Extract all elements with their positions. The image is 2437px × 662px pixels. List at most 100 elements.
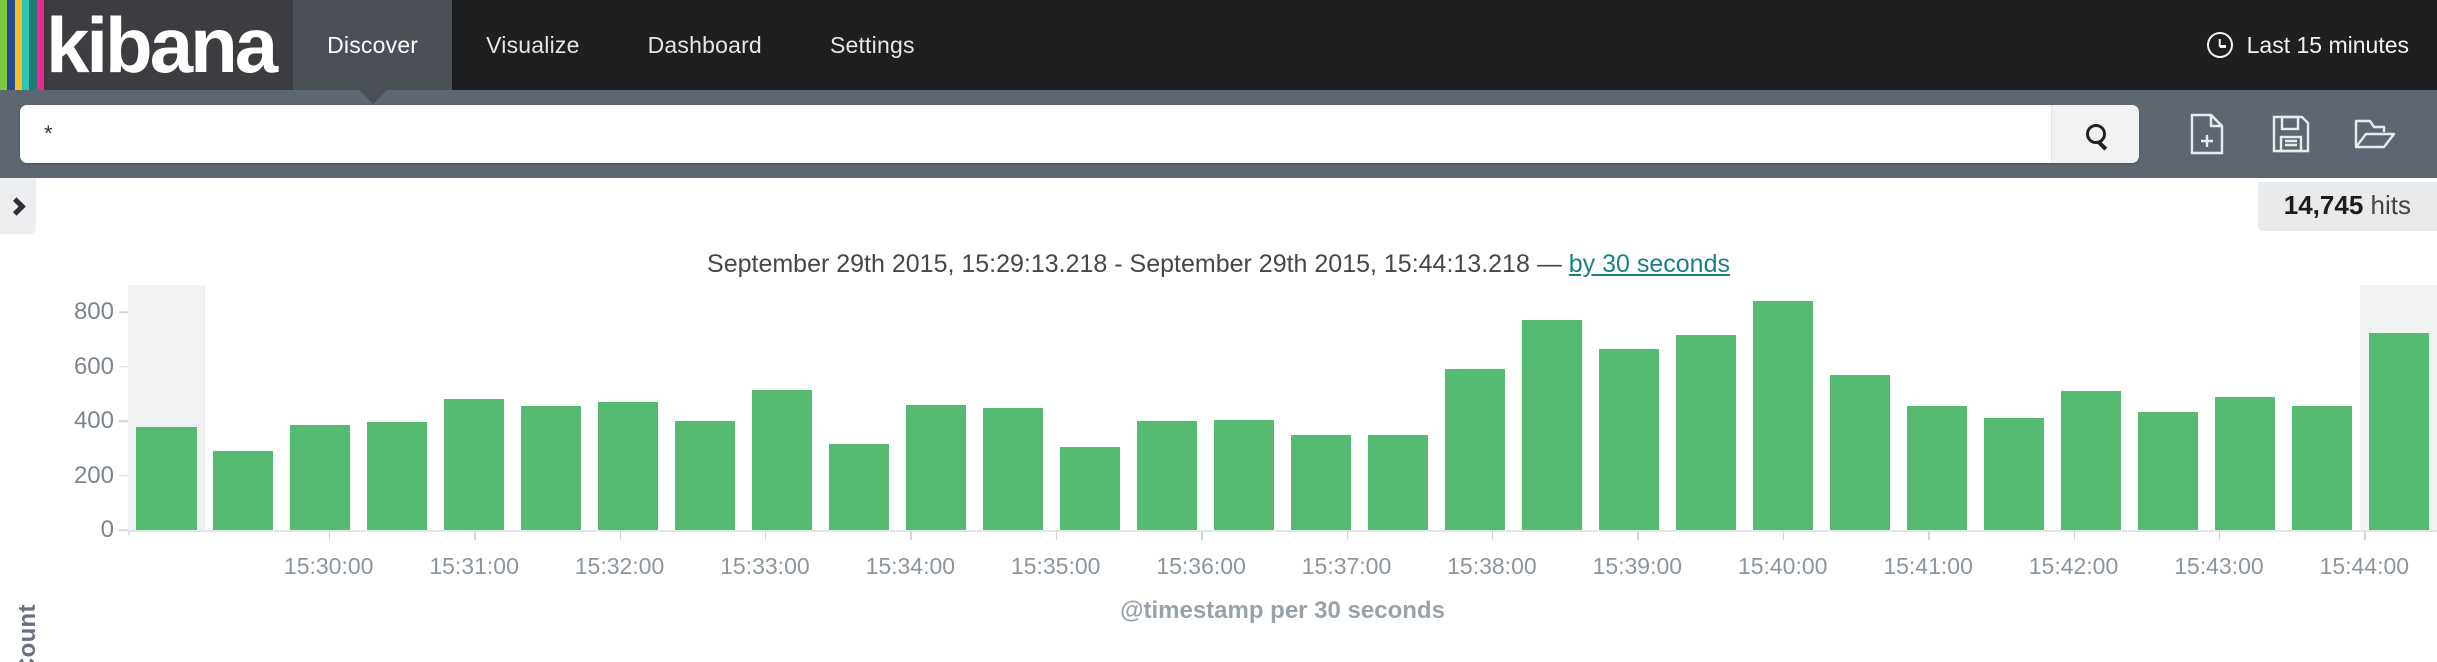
histogram-bar[interactable] xyxy=(752,390,812,530)
bar-slot[interactable] xyxy=(1667,285,1744,530)
query-bar-actions xyxy=(2139,104,2417,164)
tab-label: Visualize xyxy=(486,32,579,59)
y-tick-label: 600 xyxy=(74,353,114,381)
bar-slot[interactable] xyxy=(205,285,282,530)
bar-slot[interactable] xyxy=(590,285,667,530)
histogram-bar[interactable] xyxy=(2061,391,2121,530)
histogram-bar[interactable] xyxy=(1214,420,1274,530)
x-tick-label: 15:42:00 xyxy=(2029,553,2119,580)
bar-slot[interactable] xyxy=(1052,285,1129,530)
top-navbar: kibana Discover Visualize DashboardSetting… xyxy=(0,0,2437,90)
bar-slot[interactable] xyxy=(2052,285,2129,530)
bar-slot[interactable] xyxy=(1283,285,1360,530)
histogram-bar[interactable] xyxy=(521,406,581,530)
x-tick-mark xyxy=(620,531,622,540)
bar-slot[interactable] xyxy=(667,285,744,530)
y-tick-mark xyxy=(119,475,128,477)
search-input[interactable] xyxy=(20,105,2051,163)
bar-slot[interactable] xyxy=(1129,285,1206,530)
y-tick-label: 400 xyxy=(74,407,114,435)
bar-slot[interactable] xyxy=(282,285,359,530)
histogram-bar[interactable] xyxy=(1368,435,1428,530)
histogram-bar[interactable] xyxy=(1060,447,1120,530)
bar-slot[interactable] xyxy=(1513,285,1590,530)
open-search-button[interactable] xyxy=(2333,104,2417,164)
x-tick-label: 15:34:00 xyxy=(866,553,956,580)
bar-slot[interactable] xyxy=(2206,285,2283,530)
hits-badge: 14,745 hits xyxy=(2258,182,2437,231)
bar-slot[interactable] xyxy=(1898,285,1975,530)
histogram-bar[interactable] xyxy=(983,408,1043,531)
chart-time-range-text: September 29th 2015, 15:29:13.218 - Sept… xyxy=(707,250,1569,278)
search-button[interactable] xyxy=(2051,105,2139,163)
hits-row: 14,745 hits xyxy=(0,178,2437,234)
x-tick-mark xyxy=(1347,531,1349,540)
time-picker-button[interactable]: Last 15 minutes xyxy=(2207,0,2437,90)
histogram-bar[interactable] xyxy=(906,405,966,530)
save-search-button[interactable] xyxy=(2249,104,2333,164)
tab-discover[interactable]: Discover xyxy=(293,0,452,90)
bar-slot[interactable] xyxy=(513,285,590,530)
bar-series xyxy=(128,285,2437,530)
bar-slot[interactable] xyxy=(2283,285,2360,530)
x-axis-ticks: 15:30:0015:31:0015:32:0015:33:0015:34:00… xyxy=(256,531,2437,591)
x-tick-mark xyxy=(1492,531,1494,540)
histogram-bar[interactable] xyxy=(213,451,273,530)
bar-slot[interactable] xyxy=(2360,285,2437,530)
y-tick-label: 800 xyxy=(74,298,114,326)
histogram-bar[interactable] xyxy=(2292,406,2352,530)
logo-text: kibana xyxy=(44,0,293,90)
histogram-bar[interactable] xyxy=(1984,418,2044,530)
bar-slot[interactable] xyxy=(1744,285,1821,530)
bar-slot[interactable] xyxy=(1436,285,1513,530)
chart-interval-link[interactable]: by 30 seconds xyxy=(1569,250,1730,278)
tab-visualize[interactable]: Visualize xyxy=(452,0,613,90)
histogram-bar[interactable] xyxy=(2138,412,2198,530)
bar-slot[interactable] xyxy=(1975,285,2052,530)
bar-slot[interactable] xyxy=(2129,285,2206,530)
x-axis-title: @timestamp per 30 seconds xyxy=(128,597,2437,625)
y-axis-title: Count xyxy=(14,604,42,662)
bar-slot[interactable] xyxy=(1360,285,1437,530)
histogram-bar[interactable] xyxy=(829,444,889,530)
bar-slot[interactable] xyxy=(975,285,1052,530)
histogram-bar[interactable] xyxy=(2369,333,2429,530)
bar-slot[interactable] xyxy=(1206,285,1283,530)
bar-slot[interactable] xyxy=(359,285,436,530)
tab-settings[interactable]: Settings xyxy=(796,0,949,90)
histogram-bar[interactable] xyxy=(444,399,504,530)
bar-slot[interactable] xyxy=(898,285,975,530)
x-tick-label: 15:30:00 xyxy=(284,553,374,580)
kibana-logo[interactable]: kibana xyxy=(0,0,293,90)
histogram-bar[interactable] xyxy=(367,422,427,530)
histogram-bar[interactable] xyxy=(598,402,658,530)
bar-slot[interactable] xyxy=(1590,285,1667,530)
histogram-bar[interactable] xyxy=(1676,335,1736,530)
tab-label: Discover xyxy=(327,32,418,59)
bar-slot[interactable] xyxy=(128,285,205,530)
histogram-bar[interactable] xyxy=(1291,435,1351,530)
tab-dashboard[interactable]: Dashboard xyxy=(614,0,796,90)
logo-bar-5 xyxy=(37,0,44,90)
bar-slot[interactable] xyxy=(821,285,898,530)
bar-slot[interactable] xyxy=(744,285,821,530)
x-tick-mark xyxy=(1783,531,1785,540)
bar-slot[interactable] xyxy=(1821,285,1898,530)
histogram-bar[interactable] xyxy=(290,425,350,530)
bar-slot[interactable] xyxy=(436,285,513,530)
histogram-bar[interactable] xyxy=(2215,397,2275,530)
histogram-bar[interactable] xyxy=(1522,320,1582,530)
navbar-spacer xyxy=(949,0,2207,90)
histogram-bar[interactable] xyxy=(1445,369,1505,530)
histogram-bar[interactable] xyxy=(136,427,196,530)
x-tick-label: 15:32:00 xyxy=(575,553,665,580)
histogram-bar[interactable] xyxy=(1907,406,1967,530)
new-search-button[interactable] xyxy=(2165,104,2249,164)
histogram-bar[interactable] xyxy=(1753,301,1813,530)
histogram-bar[interactable] xyxy=(1830,375,1890,530)
histogram-bar[interactable] xyxy=(1137,421,1197,530)
histogram-bar[interactable] xyxy=(675,421,735,530)
histogram-bar[interactable] xyxy=(1599,349,1659,530)
clock-icon xyxy=(2207,32,2233,58)
sidebar-expand-button[interactable] xyxy=(0,178,36,234)
